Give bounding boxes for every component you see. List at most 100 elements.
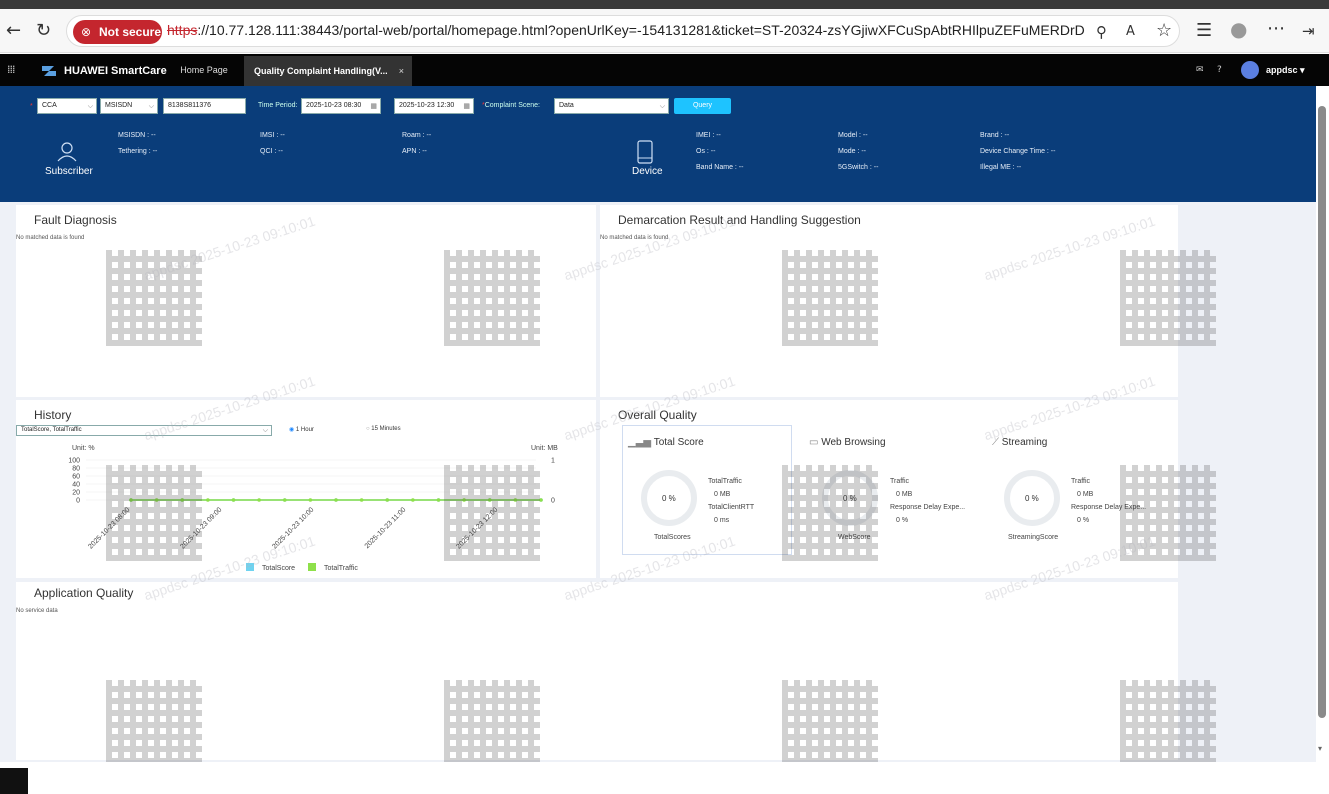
- type-select[interactable]: CCA ⌵: [37, 98, 97, 114]
- msisdn-input[interactable]: 8138S811376: [163, 98, 246, 114]
- favorites-list-icon[interactable]: ☰: [1196, 22, 1212, 40]
- scrollbar-thumb[interactable]: [1318, 106, 1326, 718]
- start-time-input[interactable]: 2025-10-23 08:30 ▦: [301, 98, 381, 114]
- y-left-tick-label: 80: [72, 466, 80, 473]
- imei-field: IMEI : --: [696, 132, 721, 139]
- url-text[interactable]: https://10.77.128.111:38443/portal-web/p…: [167, 22, 1085, 38]
- radio-empty-icon: ○: [366, 426, 370, 432]
- history-metric-select[interactable]: TotalScore, TotalTraffic ⌵: [16, 425, 272, 436]
- streaming-score-value: 0 %: [1025, 494, 1039, 503]
- panel-title: Application Quality: [34, 586, 134, 600]
- web-score-value: 0 %: [843, 494, 857, 503]
- stream-traffic-label: Traffic: [1071, 478, 1091, 485]
- demarcation-panel: Demarcation Result and Handling Suggesti…: [600, 205, 1178, 397]
- stream-traffic-value: 0 MB: [1077, 491, 1094, 498]
- x-tick-label: 2025-10-23 11:00: [364, 506, 408, 550]
- web-delay-value: 0 %: [896, 517, 909, 524]
- illegal-me-field: Illegal ME : --: [980, 164, 1022, 171]
- series-point-TotalTraffic: [129, 498, 133, 502]
- device-change-time-field: Device Change Time : --: [980, 148, 1056, 155]
- application-quality-panel: Application Quality No service data: [16, 582, 1178, 760]
- warning-icon: ⊗: [81, 25, 92, 39]
- qci-field: QCI : --: [260, 148, 283, 155]
- brand-field: Brand : --: [980, 132, 1010, 139]
- legend-swatch-TotalScore: [246, 563, 254, 571]
- series-point-TotalTraffic: [308, 498, 313, 502]
- required-mark: *: [30, 103, 33, 110]
- tab-close-icon[interactable]: ×: [399, 56, 404, 86]
- series-point-TotalTraffic: [334, 498, 338, 502]
- chevron-down-icon: ⌵: [148, 102, 154, 110]
- favorite-star-icon[interactable]: ☆: [1156, 22, 1172, 40]
- series-point-TotalTraffic: [436, 498, 441, 502]
- right-unit-label: Unit: MB: [531, 445, 558, 452]
- series-point-TotalTraffic: [257, 498, 261, 502]
- sidebar-toggle-icon[interactable]: ⇥: [1302, 22, 1315, 40]
- y-right-tick-label: 1: [551, 458, 555, 465]
- panel-title: Fault Diagnosis: [34, 213, 117, 227]
- back-icon[interactable]: ←: [6, 22, 21, 40]
- radio-1-hour[interactable]: ◉ 1 Hour: [289, 426, 314, 433]
- complaint-scene-select[interactable]: Data ⌵: [554, 98, 669, 114]
- more-icon[interactable]: ⋯: [1267, 20, 1285, 38]
- query-button[interactable]: Query: [674, 98, 731, 114]
- app-launcher-icon[interactable]: ⁞⁞⁞: [7, 63, 15, 76]
- history-chart: Unit: % Unit: MB100806040200102025-10-23 …: [68, 445, 558, 572]
- total-rtt-value: 0 ms: [714, 517, 730, 524]
- stream-delay-label: Response Delay Expe...: [1071, 504, 1147, 511]
- y-left-tick-label: 0: [76, 498, 80, 505]
- profile-icon[interactable]: ●: [1230, 19, 1247, 39]
- user-avatar[interactable]: [1241, 61, 1259, 79]
- chevron-down-icon: ⌵: [262, 426, 268, 434]
- model-field: Model : --: [838, 132, 868, 139]
- help-icon[interactable]: ?: [1217, 65, 1222, 75]
- history-panel: History TotalScore, TotalTraffic ⌵ ◉ 1 Ho…: [16, 400, 596, 578]
- streaming-score-caption: StreamingScore: [1008, 534, 1059, 541]
- mode-field: Mode : --: [838, 148, 867, 155]
- panel-title: Demarcation Result and Handling Suggesti…: [618, 213, 861, 227]
- browser-toolbar: ← ↻ ⊗ Not secure https://10.77.128.111:3…: [0, 9, 1329, 53]
- legend-label-TotalScore: TotalScore: [262, 565, 295, 572]
- user-menu[interactable]: appdsc ▾: [1266, 65, 1305, 76]
- y-left-tick-label: 20: [72, 490, 80, 497]
- address-bar[interactable]: ⊗ Not secure https://10.77.128.111:38443…: [66, 15, 1180, 47]
- legend-swatch-TotalTraffic: [308, 563, 316, 571]
- legend-label-TotalTraffic: TotalTraffic: [324, 565, 358, 572]
- id-type-select[interactable]: MSISDN ⌵: [100, 98, 158, 114]
- panel-title: History: [34, 408, 72, 422]
- calendar-icon[interactable]: ▦: [463, 99, 470, 113]
- tab-quality-complaint[interactable]: Quality Complaint Handling(V... ×: [244, 56, 412, 86]
- radio-15-minutes[interactable]: ○ 15 Minutes: [366, 426, 401, 432]
- series-point-TotalTraffic: [231, 498, 236, 502]
- 5g-switch-field: 5GSwitch : --: [838, 164, 879, 171]
- y-left-tick-label: 60: [72, 474, 80, 481]
- line-chart-icon: ⟋: [992, 437, 999, 448]
- y-left-tick-label: 40: [72, 482, 80, 489]
- not-secure-badge[interactable]: ⊗ Not secure: [73, 20, 162, 44]
- time-period-label: Time Period:: [258, 102, 298, 109]
- bar-chart-icon: ▁▃▅: [628, 437, 652, 448]
- end-time-input[interactable]: 2025-10-23 12:30 ▦: [394, 98, 474, 114]
- mail-icon[interactable]: ✉: [1196, 65, 1204, 75]
- scroll-down-icon[interactable]: ▾: [1318, 744, 1322, 753]
- refresh-icon[interactable]: ↻: [36, 22, 51, 40]
- os-field: Os : --: [696, 148, 716, 155]
- y-right-tick-label: 0: [551, 498, 555, 505]
- tab-home-page[interactable]: Home Page: [170, 57, 238, 83]
- zoom-icon[interactable]: ⚲: [1096, 23, 1107, 41]
- chevron-down-icon: ⌵: [659, 102, 665, 110]
- read-aloud-icon[interactable]: A: [1126, 23, 1135, 41]
- total-score-value: 0 %: [662, 494, 676, 503]
- imsi-field: IMSI : --: [260, 132, 285, 139]
- subscriber-icon: [57, 142, 77, 162]
- web-delay-label: Response Delay Expe...: [890, 504, 966, 511]
- total-traffic-value: 0 MB: [714, 491, 731, 498]
- series-point-TotalTraffic: [487, 498, 492, 502]
- empty-message: No matched data is found: [600, 235, 669, 241]
- series-point-TotalTraffic: [539, 498, 543, 502]
- band-name-field: Band Name : --: [696, 164, 744, 171]
- msisdn-field: MSISDN : --: [118, 132, 156, 139]
- streaming-title: ⟋ Streaming: [992, 437, 1048, 448]
- calendar-icon[interactable]: ▦: [370, 99, 377, 113]
- left-unit-label: Unit: %: [72, 445, 95, 452]
